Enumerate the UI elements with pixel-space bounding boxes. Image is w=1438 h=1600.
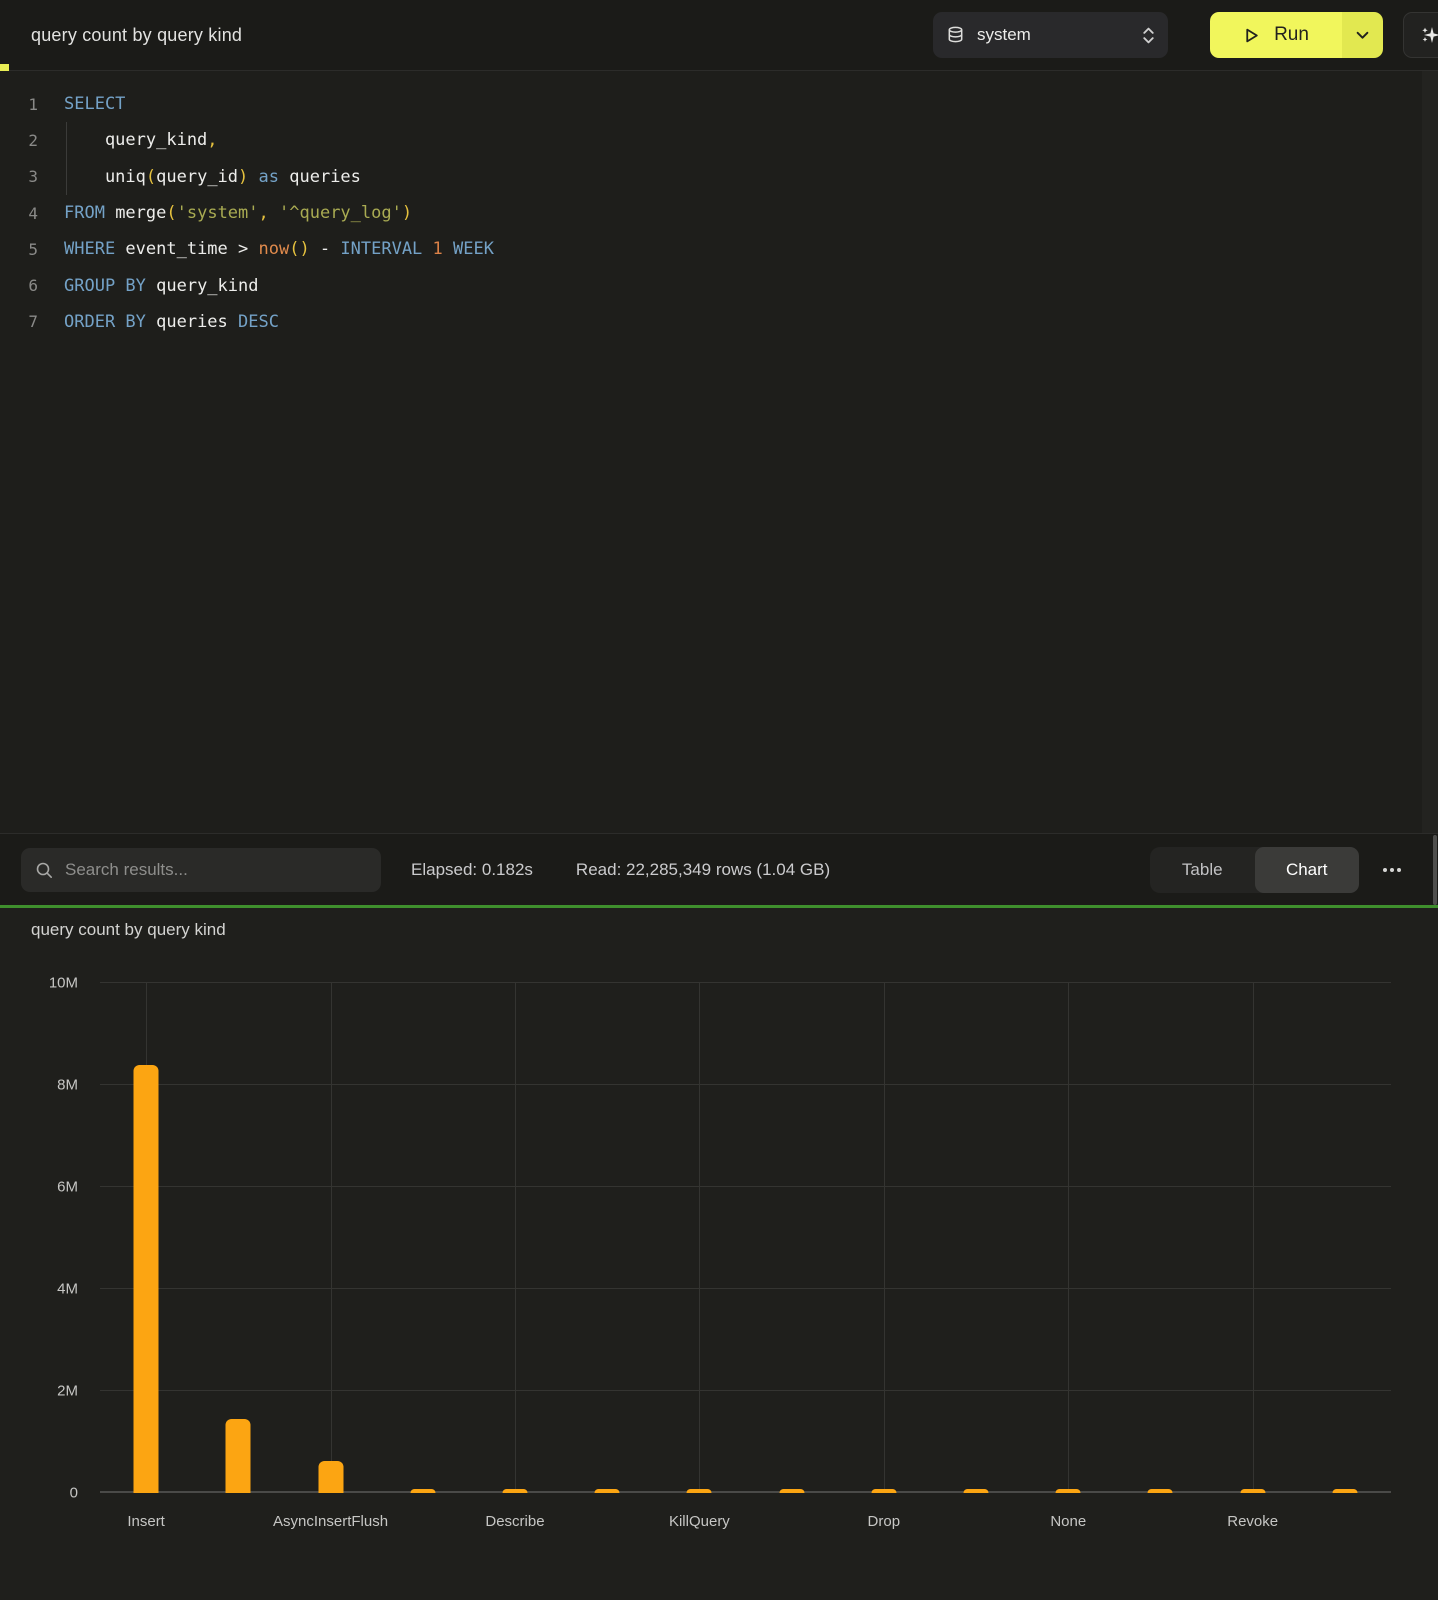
line-number: 4 [0,204,38,223]
editor-lines: 1SELECT2 query_kind,3 uniq(query_id) as … [0,86,1438,340]
indent-guide [66,122,67,195]
x-gridline [515,983,516,1493]
code-line: 6GROUP BY query_kind [0,267,1438,303]
bar-AsyncInsertFlush[interactable] [318,1461,343,1493]
chart-title: query count by query kind [31,920,226,940]
bar-unlabeled-13[interactable] [1332,1489,1357,1493]
page-scrollbar-thumb[interactable] [1433,835,1437,905]
line-number: 3 [0,167,38,186]
bar-Insert[interactable] [134,1065,159,1493]
code-text: WHERE event_time > now() - INTERVAL 1 WE… [38,239,494,259]
code-line: 3 uniq(query_id) as queries [0,159,1438,195]
code-line: 2 query_kind, [0,122,1438,158]
run-button-label: Run [1274,24,1309,46]
bar-KillQuery[interactable] [687,1489,712,1493]
query-console: query count by query kind system [0,0,1438,1600]
x-axis-label: Revoke [1227,1513,1278,1530]
bar-Describe[interactable] [502,1489,527,1493]
tab-table[interactable]: Table [1150,847,1255,893]
x-axis-label: KillQuery [669,1513,730,1530]
sql-editor[interactable]: 1SELECT2 query_kind,3 uniq(query_id) as … [0,71,1438,833]
header-actions: system Run [933,12,1438,58]
code-text: ORDER BY queries DESC [38,312,279,332]
y-axis-label: 8M [57,1077,78,1094]
y-axis-label: 4M [57,1281,78,1298]
y-gridline [100,1288,1391,1289]
line-number: 2 [0,131,38,150]
line-number: 5 [0,240,38,259]
x-axis-label: None [1050,1513,1086,1530]
results-toolbar: Elapsed: 0.182s Read: 22,285,349 rows (1… [0,833,1438,905]
x-gridline [1253,983,1254,1493]
dot-icon [1390,868,1394,872]
run-button-group: Run [1210,12,1383,58]
line-number: 7 [0,312,38,331]
dot-icon [1397,868,1401,872]
editor-scrollbar-track[interactable] [1422,71,1438,833]
line-number: 1 [0,95,38,114]
read-stat: Read: 22,285,349 rows (1.04 GB) [576,860,830,880]
y-axis-label: 10M [49,975,78,992]
ai-assistant-button[interactable] [1403,12,1438,58]
run-options-button[interactable] [1342,12,1383,58]
left-edge-accent [0,64,9,71]
bar-Drop[interactable] [871,1489,896,1493]
dot-icon [1383,868,1387,872]
code-line: 7ORDER BY queries DESC [0,304,1438,340]
code-text: query_kind, [38,130,218,150]
bar-unlabeled-9[interactable] [964,1489,989,1493]
code-text: uniq(query_id) as queries [38,167,361,187]
y-axis-label: 2M [57,1383,78,1400]
x-axis-line [100,1491,1391,1493]
search-icon [35,861,53,879]
y-gridline [100,982,1391,983]
view-toggle: Table Chart [1150,847,1359,893]
more-options-button[interactable] [1381,862,1403,878]
y-gridline [100,1084,1391,1085]
code-line: 5WHERE event_time > now() - INTERVAL 1 W… [0,231,1438,267]
x-gridline [331,983,332,1493]
updown-chevron-icon [1142,26,1155,45]
bar-None[interactable] [1056,1489,1081,1493]
chevron-down-icon [1356,31,1369,40]
y-gridline [100,1390,1391,1391]
elapsed-stat: Elapsed: 0.182s [411,860,533,880]
page-title: query count by query kind [31,25,242,46]
run-button[interactable]: Run [1210,12,1342,58]
x-axis-label: AsyncInsertFlush [273,1513,388,1530]
sparkle-icon [1420,25,1438,45]
code-line: 1SELECT [0,86,1438,122]
x-gridline [699,983,700,1493]
tab-chart[interactable]: Chart [1255,847,1360,893]
chart-plot: 02M4M6M8M10MInsertAsyncInsertFlushDescri… [100,983,1391,1493]
bar-unlabeled-7[interactable] [779,1489,804,1493]
bar-Revoke[interactable] [1240,1489,1265,1493]
code-text: SELECT [38,94,125,114]
x-axis-label: Drop [868,1513,901,1530]
y-axis-label: 6M [57,1179,78,1196]
bar-unlabeled-11[interactable] [1148,1489,1173,1493]
code-line: 4FROM merge('system', '^query_log') [0,195,1438,231]
play-icon [1243,27,1260,44]
search-results-input[interactable] [65,860,345,880]
x-axis-label: Describe [485,1513,544,1530]
search-results-box[interactable] [21,848,381,892]
database-selector-value: system [977,25,1142,45]
code-text: GROUP BY query_kind [38,276,258,296]
editor-header: query count by query kind system [0,0,1438,71]
x-gridline [884,983,885,1493]
bar-unlabeled-3[interactable] [410,1489,435,1493]
bar-unlabeled-1[interactable] [226,1419,251,1493]
line-number: 6 [0,276,38,295]
bar-unlabeled-5[interactable] [595,1489,620,1493]
x-axis-label: Insert [127,1513,165,1530]
chart-panel: query count by query kind 02M4M6M8M10MIn… [0,908,1438,1600]
x-gridline [1068,983,1069,1493]
y-axis-label: 0 [70,1485,78,1502]
database-selector[interactable]: system [933,12,1168,58]
y-gridline [100,1186,1391,1187]
code-text: FROM merge('system', '^query_log') [38,203,412,223]
database-icon [946,25,965,45]
